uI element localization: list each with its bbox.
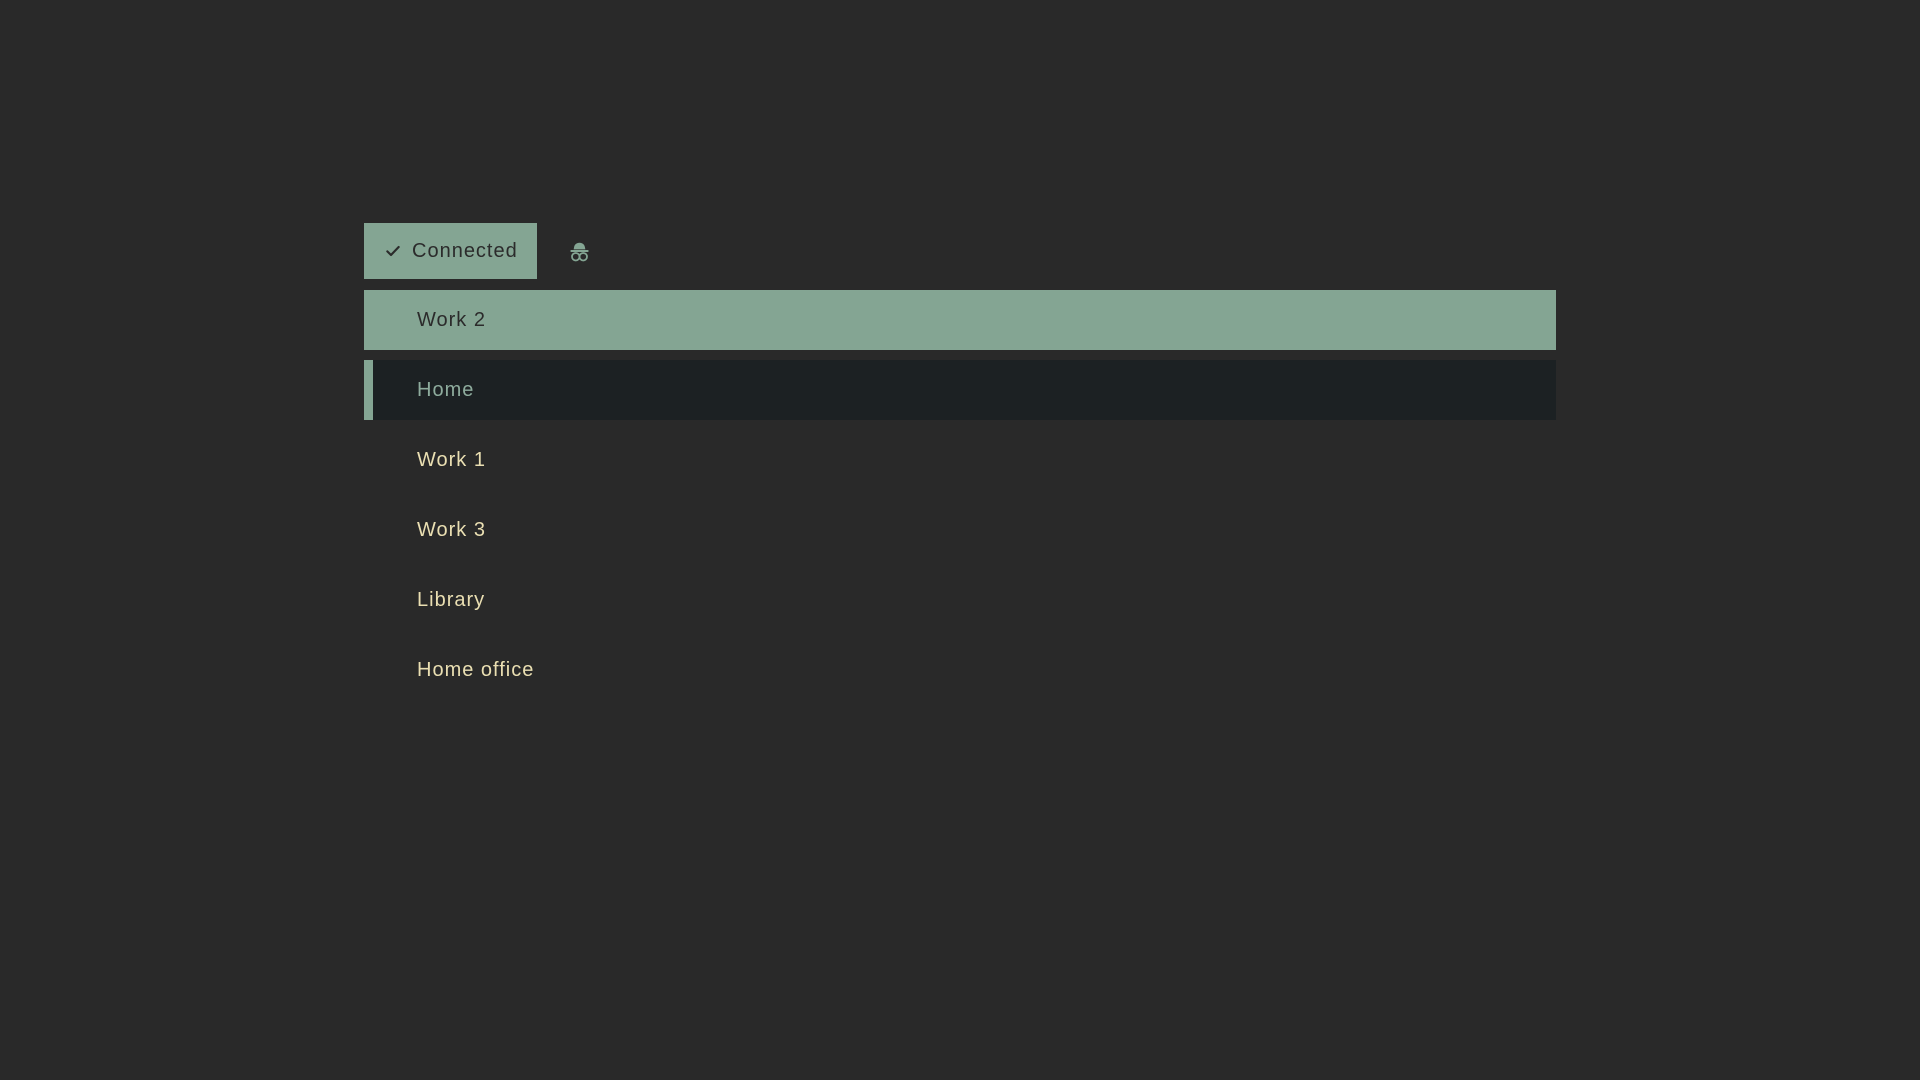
checkmark-icon — [385, 243, 401, 259]
menu-item-work-2[interactable]: Work 2 — [364, 290, 1556, 350]
menu-item-label: Home office — [417, 659, 534, 682]
status-bar: Connected — [364, 223, 1556, 279]
menu-item-work-1[interactable]: Work 1 — [364, 430, 1556, 490]
menu-item-label: Work 1 — [417, 449, 486, 472]
connected-status-label: Connected — [412, 240, 518, 263]
menu-item-home-office[interactable]: Home office — [364, 640, 1556, 700]
menu-item-label: Work 2 — [417, 309, 486, 332]
menu-item-library[interactable]: Library — [364, 570, 1556, 630]
network-selector-menu: Connected Work 2 Home Work 1 Work 3 Libr… — [364, 223, 1556, 710]
connected-status-button[interactable]: Connected — [364, 223, 537, 279]
incognito-icon — [567, 239, 592, 264]
menu-item-label: Library — [417, 589, 485, 612]
menu-item-home[interactable]: Home — [364, 360, 1556, 420]
menu-item-label: Work 3 — [417, 519, 486, 542]
active-indicator-bar — [364, 360, 373, 420]
network-list: Work 2 Home Work 1 Work 3 Library Home o… — [364, 290, 1556, 700]
menu-item-label: Home — [417, 379, 474, 402]
menu-item-work-3[interactable]: Work 3 — [364, 500, 1556, 560]
desktop-background: { "colors": { "background": "#292929", "… — [0, 0, 1920, 1080]
